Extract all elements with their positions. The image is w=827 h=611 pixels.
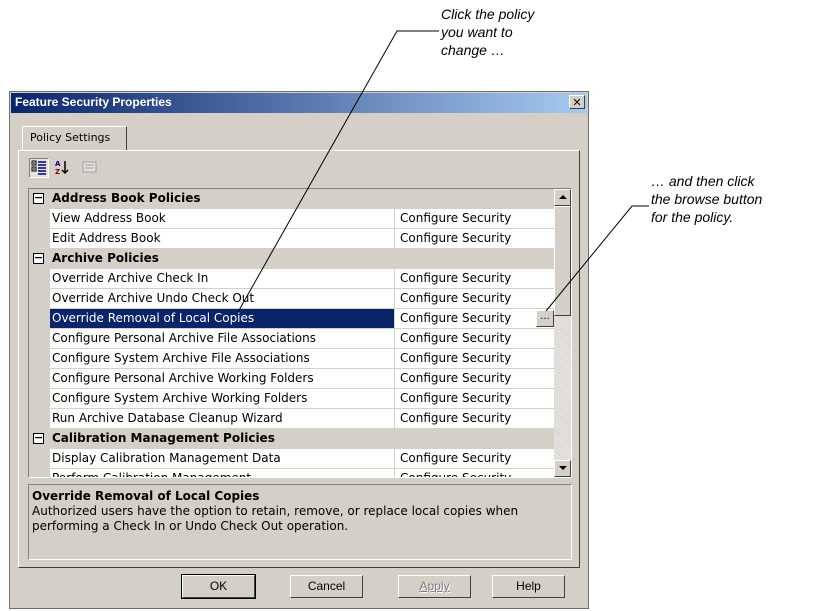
policy-value[interactable]: Configure Security xyxy=(394,229,556,249)
cancel-button[interactable]: Cancel xyxy=(290,575,363,598)
policy-row[interactable]: Configure Personal Archive File Associat… xyxy=(29,329,556,349)
policy-row[interactable]: Override Archive Undo Check Out Configure… xyxy=(29,289,556,309)
ok-button[interactable]: OK xyxy=(181,574,256,599)
scroll-up-button[interactable] xyxy=(554,189,571,206)
row-gutter xyxy=(29,209,50,229)
category-row[interactable]: − Address Book Policies xyxy=(29,189,556,209)
close-icon: ✕ xyxy=(572,96,582,109)
categorized-view-button[interactable] xyxy=(29,158,49,178)
policy-row[interactable]: Override Removal of Local Copies Configur… xyxy=(29,309,556,329)
row-gutter xyxy=(29,269,50,289)
category-label: Archive Policies xyxy=(52,251,159,265)
apply-button[interactable]: Apply xyxy=(398,575,471,598)
dialog-title: Feature Security Properties xyxy=(15,95,172,109)
alphabetical-view-button[interactable]: A Z xyxy=(53,158,73,178)
callout-line: change … xyxy=(441,42,505,58)
callout-line: the browse button xyxy=(651,191,763,207)
scroll-thumb[interactable] xyxy=(554,206,571,316)
browse-button[interactable]: ... xyxy=(536,310,554,327)
callout-line: you want to xyxy=(441,24,513,40)
row-gutter xyxy=(29,369,50,389)
policy-value[interactable]: Configure Security xyxy=(394,209,556,229)
policy-value[interactable]: Configure Security xyxy=(394,369,556,389)
row-gutter xyxy=(29,229,50,249)
policy-value[interactable]: Configure Security xyxy=(394,449,556,469)
tab-policy-settings[interactable]: Policy Settings xyxy=(22,126,127,150)
alphabetical-icon: A Z xyxy=(55,160,69,176)
policy-row[interactable]: Override Archive Check In Configure Secur… xyxy=(29,269,556,289)
policy-name[interactable]: Configure Personal Archive Working Folde… xyxy=(50,369,394,389)
help-button[interactable]: Help xyxy=(492,575,565,598)
policy-row[interactable]: Display Calibration Management Data Confi… xyxy=(29,449,556,469)
row-gutter xyxy=(29,329,50,349)
category-label: Address Book Policies xyxy=(52,191,201,205)
policy-name[interactable]: Override Removal of Local Copies xyxy=(50,309,394,329)
category-label: Calibration Management Policies xyxy=(52,431,275,445)
callout-line: for the policy. xyxy=(651,209,734,225)
policy-row[interactable]: Edit Address Book Configure Security xyxy=(29,229,556,249)
grid-scrollbar[interactable] xyxy=(554,189,571,477)
policy-row[interactable]: Configure System Archive Working Folders… xyxy=(29,389,556,409)
row-gutter xyxy=(29,289,50,309)
policy-value[interactable]: Configure Security xyxy=(394,329,556,349)
apply-label: Apply xyxy=(419,579,450,593)
close-button[interactable]: ✕ xyxy=(569,95,585,109)
policy-value[interactable]: Configure Security xyxy=(394,289,556,309)
collapse-icon[interactable]: − xyxy=(33,192,44,204)
policy-name[interactable]: Configure System Archive File Associatio… xyxy=(50,349,394,369)
policy-name[interactable]: Run Archive Database Cleanup Wizard xyxy=(50,409,394,429)
policy-name[interactable]: Perform Calibration Management xyxy=(50,469,394,477)
policy-value[interactable]: Configure Security xyxy=(394,269,556,289)
policy-row[interactable]: Perform Calibration Management Configure … xyxy=(29,469,556,477)
row-gutter xyxy=(29,469,50,477)
svg-text:A: A xyxy=(55,160,61,168)
row-gutter xyxy=(29,349,50,369)
description-title: Override Removal of Local Copies xyxy=(32,489,260,503)
row-gutter xyxy=(29,309,50,329)
callout-line: … and then click xyxy=(651,173,755,189)
policy-value[interactable]: Configure Security xyxy=(394,469,556,477)
policy-row[interactable]: Configure Personal Archive Working Folde… xyxy=(29,369,556,389)
policy-name[interactable]: Configure Personal Archive File Associat… xyxy=(50,329,394,349)
title-bar[interactable]: Feature Security Properties ✕ xyxy=(11,93,587,113)
property-pages-icon xyxy=(82,161,97,173)
policy-row[interactable]: Run Archive Database Cleanup Wizard Confi… xyxy=(29,409,556,429)
row-gutter xyxy=(29,449,50,469)
callout-line: Click the policy xyxy=(441,6,535,22)
policy-name[interactable]: Override Archive Check In xyxy=(50,269,394,289)
policy-name[interactable]: Configure System Archive Working Folders xyxy=(50,389,394,409)
callout-click-policy: Click the policy you want to change … xyxy=(441,5,601,59)
row-gutter xyxy=(29,409,50,429)
policy-row[interactable]: Configure System Archive File Associatio… xyxy=(29,349,556,369)
policy-value[interactable]: Configure Security xyxy=(394,309,556,329)
property-grid[interactable]: − Address Book Policies View Address Book C… xyxy=(28,188,572,478)
svg-text:Z: Z xyxy=(55,168,60,176)
policy-row[interactable]: View Address Book Configure Security xyxy=(29,209,556,229)
callout-browse-button: … and then click the browse button for t… xyxy=(651,172,827,226)
scroll-down-button[interactable] xyxy=(554,460,571,477)
policy-value[interactable]: Configure Security xyxy=(394,389,556,409)
policy-name[interactable]: Override Archive Undo Check Out xyxy=(50,289,394,309)
category-row[interactable]: − Calibration Management Policies xyxy=(29,429,556,449)
policy-value[interactable]: Configure Security xyxy=(394,349,556,369)
collapse-icon[interactable]: − xyxy=(33,252,44,264)
property-pages-button[interactable] xyxy=(81,158,101,178)
category-row[interactable]: − Archive Policies xyxy=(29,249,556,269)
policy-value[interactable]: Configure Security xyxy=(394,409,556,429)
collapse-icon[interactable]: − xyxy=(33,432,44,444)
description-text: Authorized users have the option to reta… xyxy=(32,504,519,533)
policy-name[interactable]: Edit Address Book xyxy=(50,229,394,249)
description-panel: Override Removal of Local Copies Authori… xyxy=(28,484,572,560)
categorized-icon xyxy=(31,160,46,175)
policy-name[interactable]: Display Calibration Management Data xyxy=(50,449,394,469)
feature-security-dialog: Feature Security Properties ✕ Policy Set… xyxy=(9,91,589,609)
row-gutter xyxy=(29,389,50,409)
policy-name[interactable]: View Address Book xyxy=(50,209,394,229)
